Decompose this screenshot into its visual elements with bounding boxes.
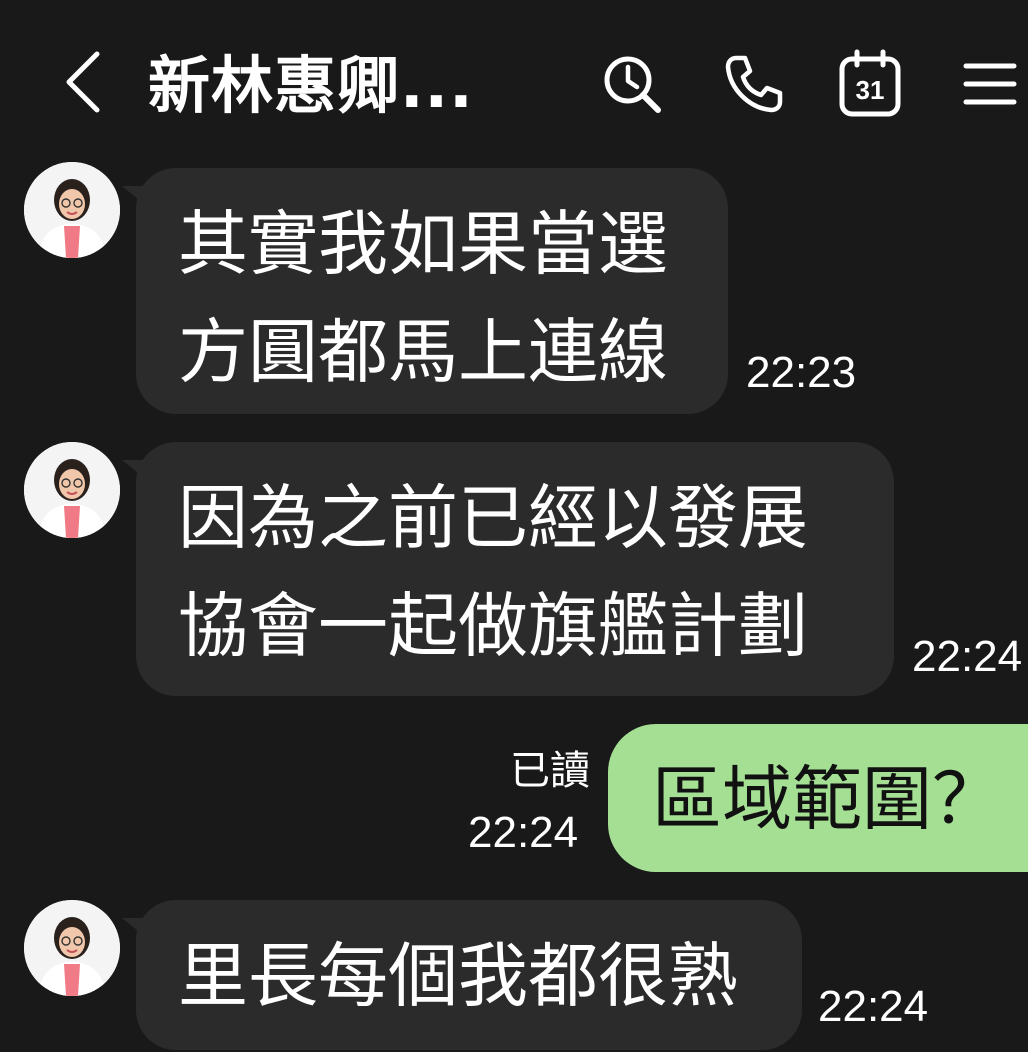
message-text-line: 方圓都馬上連線 (178, 311, 668, 393)
avatar-photo-icon (24, 442, 120, 538)
contact-avatar[interactable] (24, 162, 120, 258)
hamburger-menu-icon (963, 63, 1017, 105)
read-receipt: 已讀 (510, 748, 590, 794)
call-button[interactable] (716, 46, 792, 122)
menu-button[interactable] (952, 46, 1028, 122)
contact-avatar[interactable] (24, 442, 120, 538)
message-text-line: 里長每個我都很熟 (178, 935, 738, 1017)
message-text: 區域範圍？ (652, 758, 1002, 840)
bubble-tail (122, 186, 144, 204)
avatar-photo-icon (24, 900, 120, 996)
bubble-tail (122, 918, 144, 936)
chat-header: 新林惠卿... 31 (0, 0, 1028, 160)
message-bubble-incoming[interactable]: 里長每個我都很熟 (122, 900, 802, 1050)
message-bubble-incoming[interactable]: 其實我如果當選 方圓都馬上連線 (122, 168, 728, 414)
bubble-tail (122, 460, 144, 478)
message-bubble-outgoing[interactable]: 區域範圍？ (608, 724, 1028, 872)
message-timestamp: 22:24 (818, 982, 929, 1031)
chat-title: 新林惠卿... (148, 49, 474, 122)
avatar-photo-icon (24, 162, 120, 258)
search-history-button[interactable] (594, 46, 670, 122)
phone-icon (725, 55, 783, 113)
calendar-button[interactable]: 31 (832, 46, 908, 122)
back-button[interactable] (48, 40, 118, 124)
message-text-line: 其實我如果當選 (178, 203, 668, 285)
message-timestamp: 22:23 (746, 348, 857, 397)
message-text-line: 協會一起做旗艦計劃 (178, 585, 808, 667)
message-text-line: 因為之前已經以發展 (178, 477, 808, 559)
message-bubble-incoming[interactable]: 因為之前已經以發展 協會一起做旗艦計劃 (122, 442, 894, 696)
chevron-left-icon (66, 51, 100, 113)
search-clock-icon (604, 56, 661, 113)
message-timestamp: 22:24 (468, 808, 579, 857)
calendar-icon: 31 (839, 49, 901, 117)
contact-avatar[interactable] (24, 900, 120, 996)
calendar-day: 31 (856, 75, 885, 105)
message-timestamp: 22:24 (912, 632, 1023, 681)
